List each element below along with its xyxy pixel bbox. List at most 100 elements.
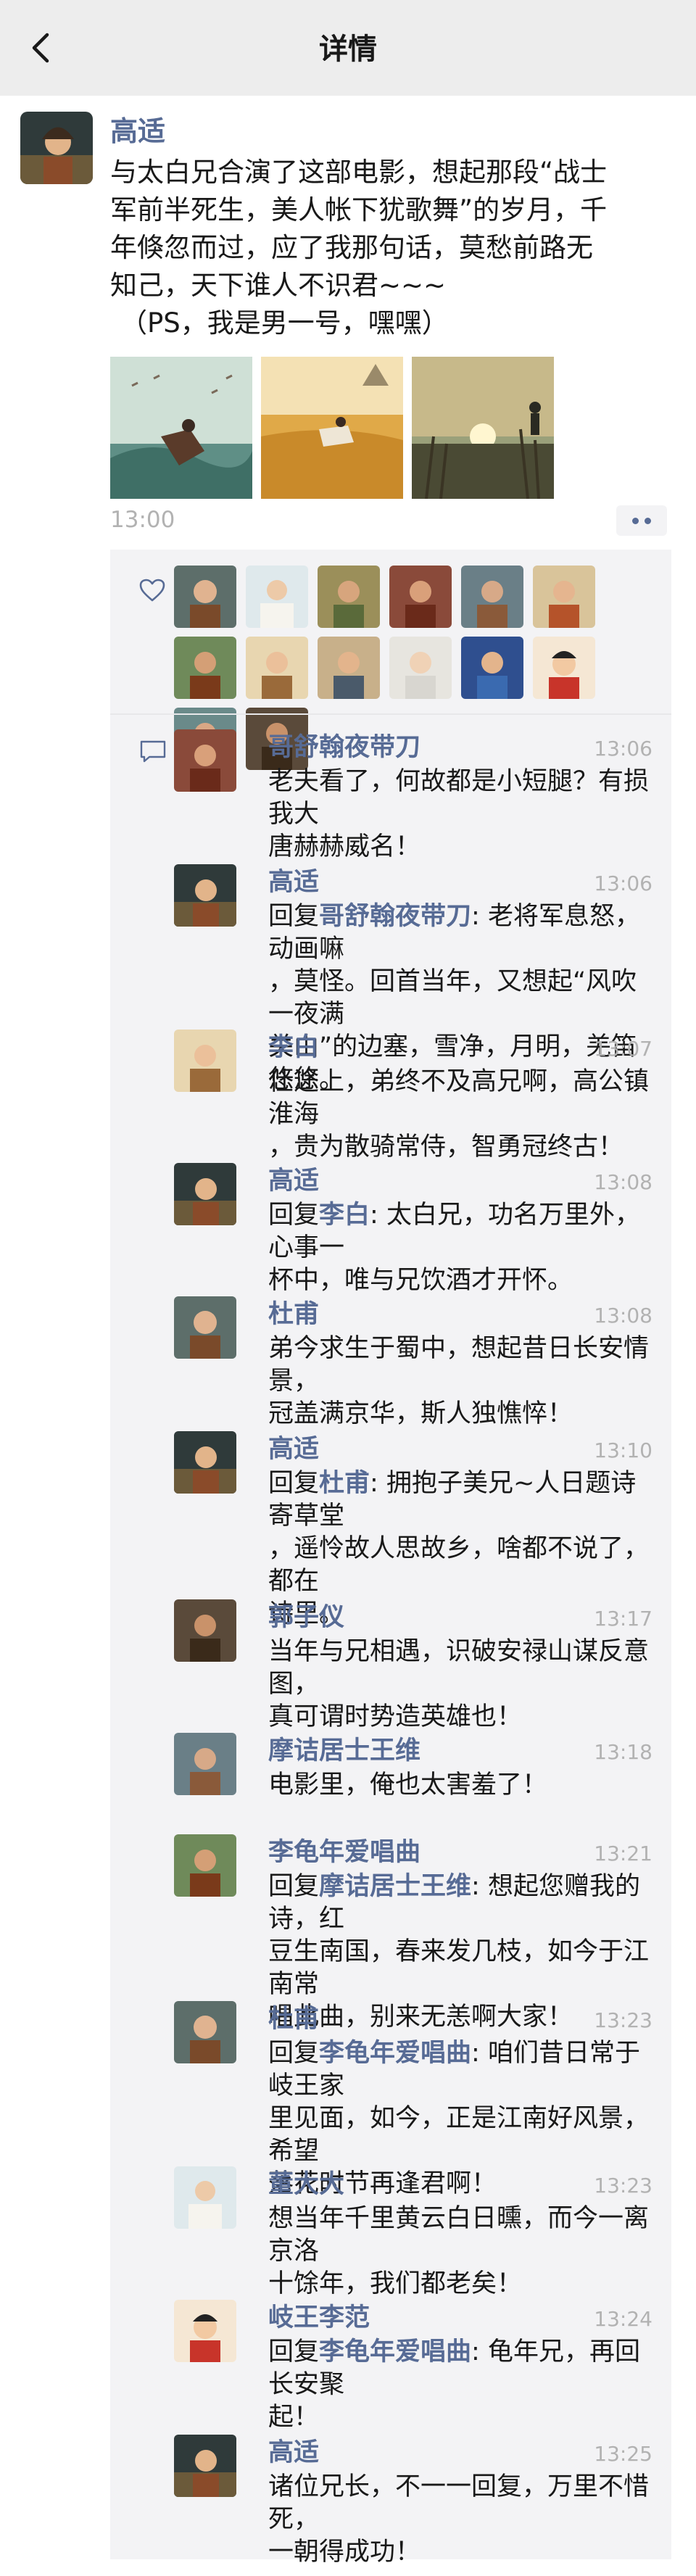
comment-time: 13:25	[594, 2442, 652, 2466]
comment-line: 起！	[268, 2403, 320, 2432]
liker-avatar[interactable]	[389, 637, 452, 699]
post-text-line: 年倏忽而过，应了我那句话，莫愁前路无	[110, 232, 593, 263]
reply-prefix: 回复	[268, 1469, 320, 1498]
avatar[interactable]	[174, 2001, 236, 2063]
comment-author[interactable]: 杜甫	[239, 2001, 319, 2037]
liker-avatar[interactable]	[246, 637, 308, 699]
liker-avatar[interactable]	[318, 637, 380, 699]
comment-item[interactable]: 高适 13:08 回复李白: 太白兄，功名万里外，心事一 杯中，唯与兄饮酒才开怀。	[110, 1163, 671, 1296]
comment-item[interactable]: 郭子仪 13:17 当年与兄相遇，识破安禄山谋反意图， 真可谓时势造英雄也！	[110, 1599, 671, 1733]
liker-avatar[interactable]	[533, 566, 595, 628]
comment-item[interactable]: 岐王李范 13:24 回复李龟年爱唱曲: 龟年兄，再回长安聚 起！	[110, 2300, 671, 2435]
comment-author[interactable]: 高适	[239, 2435, 319, 2471]
post-photo-3[interactable]	[412, 357, 554, 499]
avatar[interactable]	[174, 1834, 236, 1897]
nav-bar: 详情	[0, 0, 696, 96]
comment-author[interactable]: 摩诘居士王维	[239, 1733, 420, 1769]
comment-time: 13:21	[594, 1842, 652, 1865]
comment-item[interactable]: 高适 13:10 回复杜甫: 拥抱子美兄~人日题诗寄草堂 ，遥怜故人思故乡，啥都不说…	[110, 1431, 671, 1628]
more-options-button[interactable]	[616, 505, 667, 536]
comment-author[interactable]: 郭子仪	[239, 1599, 344, 1636]
photo-grid	[110, 357, 554, 499]
post-photo-1[interactable]	[110, 357, 252, 499]
comment-text: 当年与兄相遇，识破安禄山谋反意图， 真可谓时势造英雄也！	[239, 1636, 652, 1734]
interaction-panel: 哥舒翰夜带刀 13:06 老夫看了，何故都是小短腿？有损我大 唐赫赫威名！ 高适 13…	[110, 550, 671, 2567]
comment-item[interactable]: 哥舒翰夜带刀 13:06 老夫看了，何故都是小短腿？有损我大 唐赫赫威名！	[110, 729, 671, 864]
reply-target-name[interactable]: 杜甫	[319, 1469, 370, 1498]
liker-avatar[interactable]	[461, 566, 523, 628]
comment-author[interactable]: 高适	[239, 1163, 319, 1199]
liker-avatar[interactable]	[461, 637, 523, 699]
comment-author[interactable]: 李白	[239, 1030, 319, 1066]
avatar[interactable]	[174, 2166, 236, 2229]
comment-item[interactable]: 杜甫 13:23 回复李龟年爱唱曲: 咱们昔日常于岐王家 里见面，如今，正是江南好风…	[110, 2001, 671, 2198]
reply-prefix: 回复	[268, 902, 320, 931]
comment-text: 弟今求生于蜀中，想起昔日长安情景， 冠盖满京华，斯人独憔悴！	[239, 1333, 652, 1430]
comment-time: 13:08	[594, 1170, 652, 1194]
liker-avatar[interactable]	[174, 637, 236, 699]
comment-author[interactable]: 哥舒翰夜带刀	[239, 729, 420, 766]
more-dot-icon	[632, 517, 639, 524]
comment-time: 13:08	[594, 1304, 652, 1328]
comment-list: 哥舒翰夜带刀 13:06 老夫看了，何故都是小短腿？有损我大 唐赫赫威名！ 高适 13…	[110, 729, 671, 2567]
avatar[interactable]	[174, 1030, 236, 1092]
reply-target-name[interactable]: 摩诘居士王维	[319, 1872, 471, 1901]
comment-author[interactable]: 李龟年爱唱曲	[239, 1834, 420, 1871]
reply-target-name[interactable]: 李龟年爱唱曲	[319, 2039, 471, 2068]
comment-line: 电影里，俺也太害羞了！	[268, 1771, 548, 1800]
reply-target-name[interactable]: 李龟年爱唱曲	[319, 2337, 471, 2366]
comment-line: 唐赫赫威名！	[268, 832, 421, 861]
reply-target-name[interactable]: 李白	[319, 1201, 370, 1230]
comment-line: 弟今求生于蜀中，想起昔日长安情景，	[268, 1334, 650, 1396]
avatar[interactable]	[174, 2435, 236, 2497]
comment-item[interactable]: 李龟年爱唱曲 13:21 回复摩诘居士王维: 想起您赠我的诗，红 豆生南国，春来发几…	[110, 1834, 671, 2032]
liker-avatar[interactable]	[533, 637, 595, 699]
avatar[interactable]	[174, 864, 236, 927]
comment-item[interactable]: 董大大 13:23 想当年千里黄云白日曛，而今一离京洛 十馀年，我们都老矣！	[110, 2166, 671, 2300]
comment-item[interactable]: 高适 13:06 回复哥舒翰夜带刀: 老将军息怒，动画嘛 ，莫怪。回首当年，又想起“…	[110, 864, 671, 1094]
comment-author[interactable]: 董大大	[239, 2166, 344, 2203]
comment-text: 老夫看了，何故都是小短腿？有损我大 唐赫赫威名！	[239, 766, 652, 864]
comment-time: 13:23	[594, 2008, 652, 2032]
comment-author[interactable]: 高适	[239, 864, 319, 900]
liker-avatar[interactable]	[174, 566, 236, 628]
avatar[interactable]	[174, 1599, 236, 1662]
post-author-name[interactable]: 高适	[110, 115, 165, 148]
comment-item[interactable]: 杜甫 13:08 弟今求生于蜀中，想起昔日长安情景， 冠盖满京华，斯人独憔悴！	[110, 1296, 671, 1431]
comment-line: 当年与兄相遇，识破安禄山谋反意图，	[268, 1637, 650, 1699]
comment-text: 电影里，俺也太害羞了！	[239, 1769, 652, 1802]
comment-line: 里见面，如今，正是江南好风景，希望	[268, 2104, 650, 2166]
comment-time: 13:10	[594, 1438, 652, 1462]
reply-prefix: 回复	[268, 1201, 320, 1230]
comment-author[interactable]: 高适	[239, 1431, 319, 1467]
post-text-line: 与太白兄合演了这部电影，想起那段“战士	[110, 157, 608, 188]
avatar[interactable]	[174, 1733, 236, 1795]
reply-prefix: 回复	[268, 2039, 320, 2068]
comment-text: 诸位兄长，不一一回复，万里不惜死， 一朝得成功！	[239, 2471, 652, 2569]
reply-target-name[interactable]: 哥舒翰夜带刀	[319, 902, 471, 931]
avatar[interactable]	[174, 1431, 236, 1494]
avatar[interactable]	[20, 112, 93, 184]
liker-avatar[interactable]	[389, 566, 452, 628]
comment-item[interactable]: 李白 13:07 仕途上，弟终不及高兄啊，高公镇淮海 ，贵为散骑常侍，智勇冠终古！	[110, 1030, 671, 1163]
comment-author[interactable]: 岐王李范	[239, 2300, 370, 2336]
liker-avatar[interactable]	[318, 566, 380, 628]
comment-author[interactable]: 杜甫	[239, 1296, 319, 1333]
avatar[interactable]	[174, 1296, 236, 1359]
avatar[interactable]	[174, 2300, 236, 2362]
liker-avatar[interactable]	[246, 566, 308, 628]
avatar[interactable]	[174, 1163, 236, 1225]
comment-line: 杯中，唯与兄饮酒才开怀。	[268, 1266, 573, 1295]
likes-section	[110, 550, 671, 770]
post-photo-2[interactable]	[261, 357, 403, 499]
comment-item[interactable]: 摩诘居士王维 13:18 电影里，俺也太害羞了！	[110, 1733, 671, 1834]
comment-item[interactable]: 高适 13:25 诸位兄长，不一一回复，万里不惜死， 一朝得成功！	[110, 2435, 671, 2567]
comment-text: 想当年千里黄云白日曛，而今一离京洛 十馀年，我们都老矣！	[239, 2203, 652, 2300]
comment-text: 回复李白: 太白兄，功名万里外，心事一 杯中，唯与兄饮酒才开怀。	[239, 1199, 652, 1297]
comment-time: 13:18	[594, 1740, 652, 1764]
avatar[interactable]	[174, 729, 236, 792]
post-text-line: （PS，我是男一号，嘿嘿）	[120, 307, 449, 339]
comment-time: 13:17	[594, 1607, 652, 1631]
comment-time: 13:06	[594, 737, 652, 761]
comment-text: 回复李龟年爱唱曲: 龟年兄，再回长安聚 起！	[239, 2336, 652, 2434]
